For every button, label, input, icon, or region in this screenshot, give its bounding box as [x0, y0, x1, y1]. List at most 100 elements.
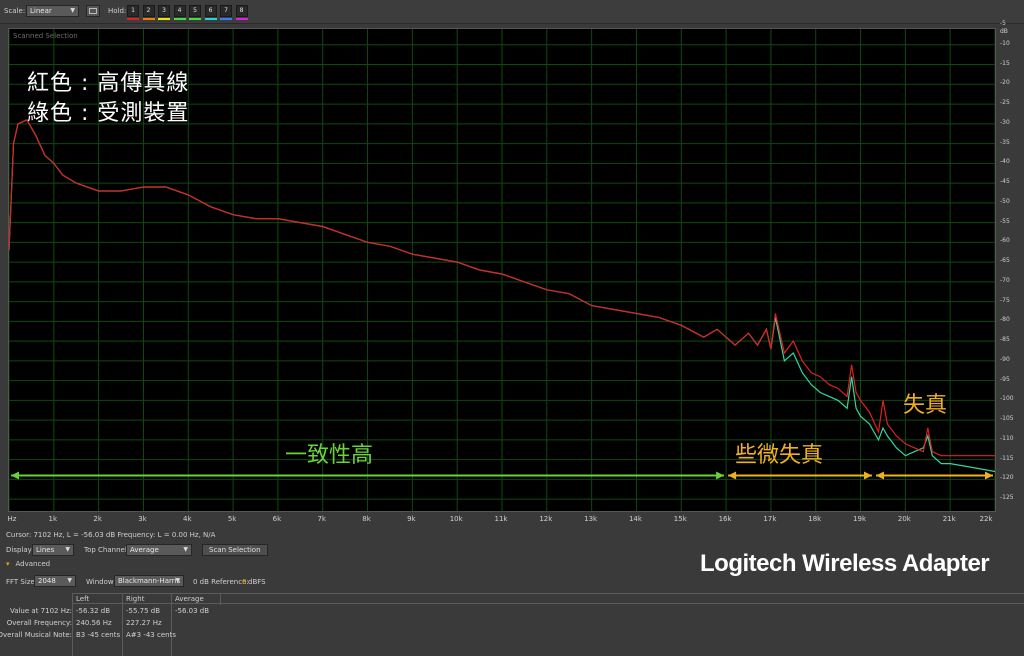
x-tick-label: 17k	[763, 515, 777, 523]
scan-selection-button[interactable]: Scan Selection	[202, 544, 268, 556]
y-tick-label: -70	[1000, 276, 1010, 284]
scale-select-value: Linear	[30, 7, 52, 15]
y-tick-label: -105	[1000, 415, 1014, 423]
legend-red: 紅色 : 高傳真線	[27, 71, 190, 96]
annotation-consistent: 一致性高	[285, 443, 374, 468]
x-tick-label: 15k	[673, 515, 687, 523]
hold-color-5	[189, 18, 201, 20]
y-tick-label: -55	[1000, 217, 1010, 225]
legend-green: 綠色 : 受測裝置	[27, 101, 190, 126]
x-tick-label: 10k	[449, 515, 463, 523]
x-tick-label: 21k	[942, 515, 956, 523]
y-tick-label: -95	[1000, 375, 1010, 383]
y-tick-label: -90	[1000, 355, 1010, 363]
y-tick-label: -50	[1000, 197, 1010, 205]
y-tick-label: -120	[1000, 474, 1014, 482]
scale-select[interactable]: Linear ▼	[26, 5, 79, 17]
display-select-value: Lines	[36, 546, 55, 554]
chevron-down-icon: ▼	[175, 577, 180, 584]
cell-value-average: -56.03 dB	[175, 607, 210, 615]
hold-button-5[interactable]: 5	[189, 5, 201, 17]
y-tick-label: -60	[1000, 237, 1010, 245]
y-tick-label: -45	[1000, 178, 1010, 186]
row-label-frequency: Overall Frequency:	[6, 619, 72, 627]
hold-color-3	[158, 18, 170, 20]
hold-color-4	[173, 18, 186, 20]
header-average: Average	[175, 595, 204, 603]
chevron-down-icon: ▼	[65, 546, 70, 553]
display-label: Display:	[6, 546, 34, 554]
arrow-head-right	[863, 471, 872, 480]
x-tick-label: 20k	[897, 515, 911, 523]
x-tick-label: 1k	[48, 515, 58, 523]
row-label-value: Value at 7102 Hz:	[9, 607, 72, 615]
y-tick-label: -40	[1000, 158, 1010, 166]
header-right: Right	[126, 595, 145, 603]
hold-color-2	[142, 18, 155, 20]
y-tick-label: -20	[1000, 79, 1010, 87]
x-tick-label: 5k	[227, 515, 237, 523]
x-tick-label: 19k	[853, 515, 867, 523]
y-tick-label: -30	[1000, 118, 1010, 126]
settings-icon-button[interactable]	[86, 5, 100, 17]
x-tick-label: 12k	[539, 515, 553, 523]
hold-button-1[interactable]: 1	[127, 5, 139, 17]
hold-button-4[interactable]: 4	[173, 5, 186, 17]
y-tick-label: -100	[1000, 395, 1014, 403]
zero-db-label: 0 dB Reference:	[193, 578, 249, 586]
chevron-down-icon: ▼	[70, 7, 75, 14]
window-select[interactable]: Blackmann-Harris ▼	[114, 575, 184, 587]
y-tick-label: -85	[1000, 336, 1010, 344]
top-channel-label: Top Channel:	[84, 546, 130, 554]
fft-size-value: 2048	[38, 577, 56, 585]
x-tick-label: 14k	[628, 515, 642, 523]
triangle-down-icon: ▾	[6, 560, 10, 568]
x-tick-label: 11k	[494, 515, 508, 523]
zero-db-value[interactable]: 0	[242, 578, 246, 586]
arrow-head-right	[985, 471, 993, 480]
x-tick-label: 18k	[808, 515, 822, 523]
hold-color-1	[127, 18, 139, 20]
advanced-label: Advanced	[15, 560, 51, 568]
x-tick-label: Hz	[7, 515, 17, 523]
cell-frequency-right: 227.27 Hz	[126, 619, 162, 627]
arrow-head-left	[11, 471, 19, 480]
y-tick-label: -25	[1000, 99, 1010, 107]
annotation-distortion: 失真	[903, 393, 948, 418]
hold-button-6[interactable]: 6	[204, 5, 217, 17]
x-tick-label: 3k	[138, 515, 147, 523]
hold-button-8[interactable]: 8	[235, 5, 248, 17]
window-icon	[89, 8, 97, 14]
hz-axis: Hz 1k 2k 3k 4k 5k 6k 7k 8k 9k 10k 11k 12k 13k 14k 15k 16…	[8, 512, 996, 526]
row-label-note: Overall Musical Note:	[0, 631, 72, 639]
arrow-head-right	[716, 471, 725, 480]
spectrum-plot[interactable]: Scanned Selection 紅色 : 高傳真線 綠色 : 受測裝置 一致…	[8, 28, 996, 512]
top-channel-select[interactable]: Average ▼	[126, 544, 192, 556]
display-select[interactable]: Lines ▼	[32, 544, 74, 556]
fft-size-select[interactable]: 2048 ▼	[34, 575, 76, 587]
hold-color-8	[235, 18, 248, 20]
chevron-down-icon: ▼	[183, 546, 188, 553]
x-tick-label: 9k	[407, 515, 416, 523]
x-tick-label: 2k	[93, 515, 102, 523]
x-tick-label: 16k	[718, 515, 732, 523]
y-tick-label: -110	[1000, 434, 1014, 442]
chevron-down-icon: ▼	[67, 577, 72, 584]
y-tick-label: -15	[1000, 59, 1010, 67]
y-tick-label: -125	[1000, 494, 1014, 502]
x-tick-label: 22k	[979, 515, 993, 523]
x-tick-label: 7k	[317, 515, 326, 523]
y-tick-label: -80	[1000, 316, 1010, 324]
window-label: Window:	[86, 578, 116, 586]
hold-button-7[interactable]: 7	[220, 5, 232, 17]
x-tick-label: 13k	[584, 515, 598, 523]
x-tick-label: 4k	[183, 515, 192, 523]
hold-button-2[interactable]: 2	[142, 5, 155, 17]
top-channel-select-value: Average	[130, 546, 159, 554]
toolbar: Scale: Linear ▼ Hold: 12345678	[0, 0, 1024, 24]
cell-note-right: A#3 -43 cents	[126, 631, 176, 639]
hold-button-3[interactable]: 3	[158, 5, 170, 17]
cell-value-right: -55.75 dB	[126, 607, 161, 615]
hold-color-6	[204, 18, 217, 20]
advanced-toggle[interactable]: ▾ Advanced	[6, 560, 50, 568]
